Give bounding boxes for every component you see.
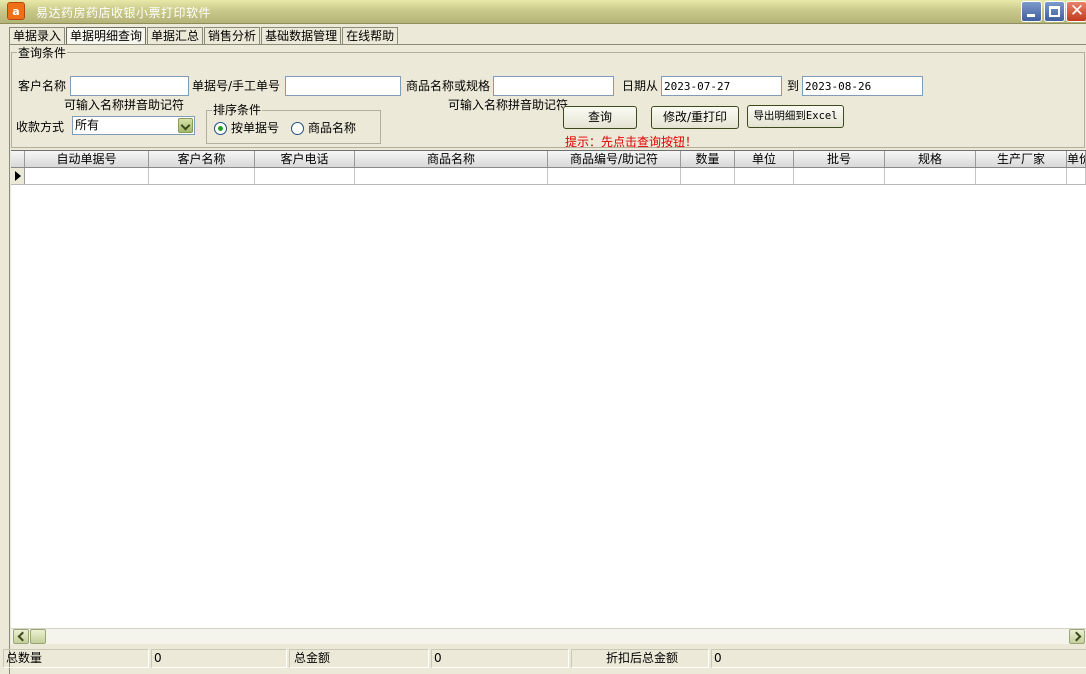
total-amount-label: 总金额: [289, 649, 429, 668]
customer-name-label: 客户名称: [18, 79, 67, 93]
payment-method-select[interactable]: 所有: [72, 116, 195, 135]
row-indicator-icon: [11, 168, 25, 184]
scroll-right-icon[interactable]: [1069, 629, 1085, 644]
minimize-icon: [1027, 14, 1035, 17]
detail-grid[interactable]: 自动单据号 客户名称 客户电话 商品名称 商品编号/助记符 数量 单位 批号 规…: [11, 150, 1086, 644]
tab-sales-analysis[interactable]: 销售分析: [204, 27, 261, 45]
date-from-label: 日期从: [622, 79, 659, 93]
product-name-label: 商品名称或规格: [406, 79, 491, 93]
table-cell[interactable]: [1067, 168, 1086, 184]
scroll-thumb[interactable]: [30, 629, 46, 644]
sort-by-bill-label[interactable]: 按单据号: [231, 120, 279, 136]
col-product-name[interactable]: 商品名称: [355, 151, 548, 167]
payment-method-label: 收款方式: [16, 120, 65, 134]
table-row[interactable]: [11, 168, 1086, 185]
col-customer-name[interactable]: 客户名称: [149, 151, 255, 167]
col-manufacturer[interactable]: 生产厂家: [976, 151, 1067, 167]
query-tip: 提示：先点击查询按钮！: [565, 135, 698, 149]
title-bar[interactable]: a 易达药房药店收银小票打印软件 ✕: [0, 0, 1086, 24]
minimize-button[interactable]: [1021, 1, 1042, 22]
discount-total-value: 0: [711, 649, 1086, 668]
date-to-input[interactable]: [802, 76, 923, 96]
discount-total-label: 折扣后总金额: [571, 649, 709, 668]
table-cell[interactable]: [355, 168, 548, 184]
table-cell[interactable]: [885, 168, 976, 184]
grid-header-corner: [11, 151, 25, 167]
grid-header: 自动单据号 客户名称 客户电话 商品名称 商品编号/助记符 数量 单位 批号 规…: [11, 151, 1086, 168]
product-name-hint: 可输入名称拼音助记符: [448, 98, 569, 112]
totals-footer: 总数量 0 总金额 0 折扣后总金额 0: [3, 649, 1086, 668]
col-auto-bill-number[interactable]: 自动单据号: [25, 151, 149, 167]
table-cell[interactable]: [794, 168, 885, 184]
app-window: a 易达药房药店收银小票打印软件 ✕ 单据录入 单据明细查询 单据汇总 销售分析…: [0, 0, 1086, 674]
tab-bill-entry[interactable]: 单据录入: [9, 27, 66, 45]
query-button[interactable]: 查询: [563, 106, 637, 129]
customer-name-input[interactable]: [70, 76, 189, 96]
sort-by-product-radio[interactable]: [291, 122, 304, 135]
date-to-label: 到: [787, 79, 800, 93]
app-icon: a: [7, 2, 25, 20]
tab-online-help[interactable]: 在线帮助: [342, 27, 399, 45]
total-quantity-label: 总数量: [3, 649, 149, 668]
table-cell[interactable]: [548, 168, 681, 184]
table-cell[interactable]: [149, 168, 255, 184]
query-conditions-title: 查询条件: [17, 46, 68, 60]
tab-base-data[interactable]: 基础数据管理: [261, 27, 342, 45]
bill-number-label: 单据号/手工单号: [192, 79, 281, 93]
maximize-button[interactable]: [1044, 1, 1065, 22]
customer-name-hint: 可输入名称拼音助记符: [64, 98, 185, 112]
tab-bill-summary[interactable]: 单据汇总: [147, 27, 204, 45]
col-unit-price[interactable]: 单价: [1067, 151, 1086, 167]
payment-method-value: 所有: [75, 118, 100, 132]
col-spec[interactable]: 规格: [885, 151, 976, 167]
export-excel-button[interactable]: 导出明细到Excel: [747, 105, 844, 128]
modify-reprint-button[interactable]: 修改/重打印: [651, 106, 739, 129]
chevron-down-icon[interactable]: [178, 118, 193, 133]
total-amount-value: 0: [431, 649, 569, 668]
table-cell[interactable]: [681, 168, 735, 184]
close-button[interactable]: ✕: [1066, 1, 1086, 22]
table-cell[interactable]: [976, 168, 1067, 184]
col-unit[interactable]: 单位: [735, 151, 794, 167]
horizontal-scrollbar[interactable]: [11, 628, 1086, 644]
sort-by-product-label[interactable]: 商品名称: [308, 120, 356, 136]
col-product-code[interactable]: 商品编号/助记符: [548, 151, 681, 167]
col-batch[interactable]: 批号: [794, 151, 885, 167]
maximize-icon: [1049, 6, 1060, 17]
table-cell[interactable]: [255, 168, 355, 184]
sort-conditions-title: 排序条件: [212, 103, 263, 117]
date-from-input[interactable]: [661, 76, 782, 96]
table-cell[interactable]: [735, 168, 794, 184]
product-name-input[interactable]: [493, 76, 614, 96]
background-window-edge: [0, 44, 9, 674]
total-quantity-value: 0: [151, 649, 287, 668]
col-customer-phone[interactable]: 客户电话: [255, 151, 355, 167]
sort-by-bill-radio[interactable]: [214, 122, 227, 135]
close-icon: ✕: [1069, 1, 1085, 21]
tab-page-detail-query: 查询条件 客户名称 可输入名称拼音助记符 单据号/手工单号 商品名称或规格 可输…: [3, 44, 1086, 674]
window-title: 易达药房药店收银小票打印软件: [36, 6, 212, 20]
tab-bar: 单据录入 单据明细查询 单据汇总 销售分析 基础数据管理 在线帮助: [9, 27, 399, 46]
col-quantity[interactable]: 数量: [681, 151, 735, 167]
table-cell[interactable]: [25, 168, 149, 184]
bill-number-input[interactable]: [285, 76, 401, 96]
scroll-left-icon[interactable]: [13, 629, 29, 644]
